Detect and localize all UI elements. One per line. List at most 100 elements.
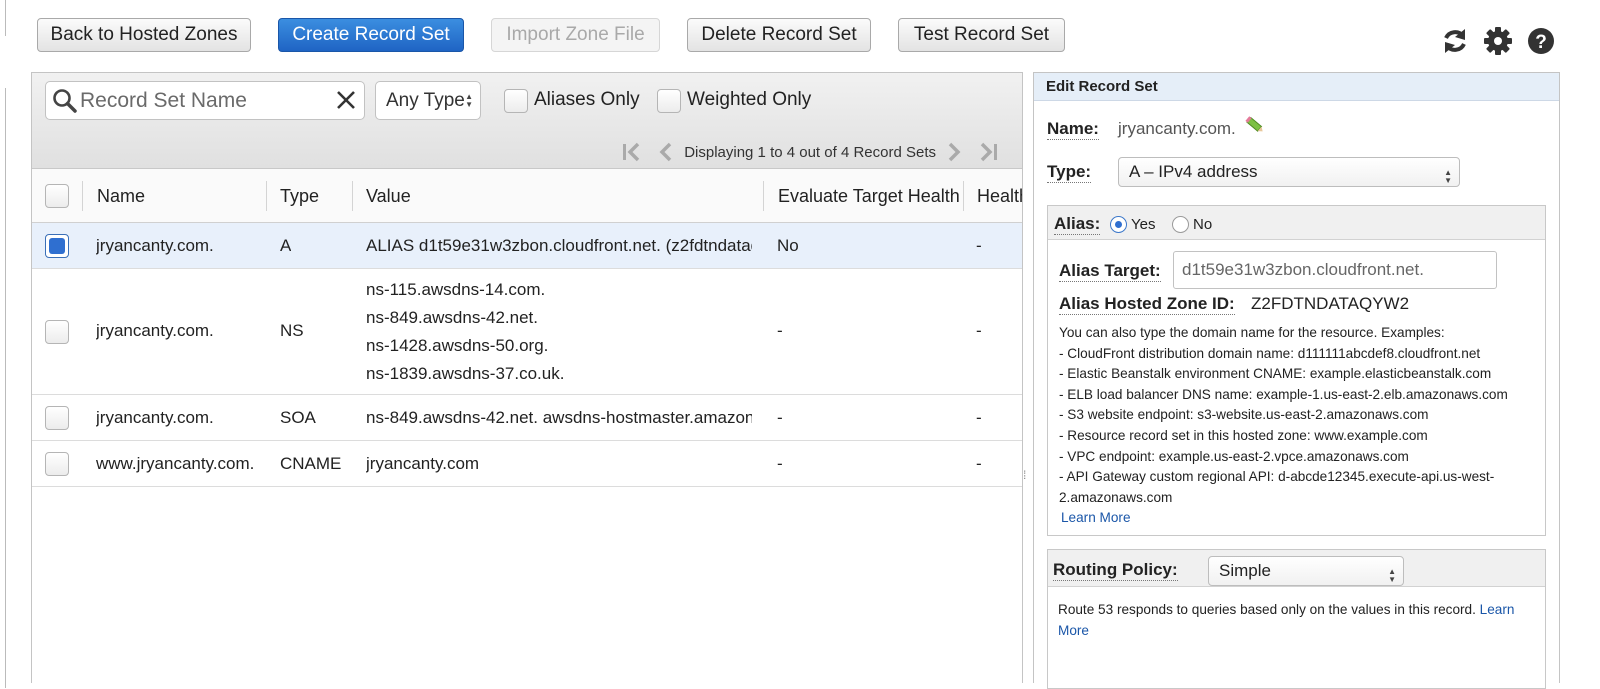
table-row[interactable]: jryancanty.com. NS ns-115.awsdns-14.com.…: [32, 270, 1022, 395]
test-record-set-button[interactable]: Test Record Set: [898, 18, 1065, 52]
alias-section: Alias: Yes No Alias Target: d1t59e31w3zb…: [1047, 205, 1546, 536]
edit-record-set-panel: Edit Record Set Name: jryancanty.com. Ty…: [1033, 72, 1560, 689]
aliases-only-checkbox[interactable]: [504, 89, 528, 113]
alias-yes-label: Yes: [1131, 216, 1156, 233]
routing-help-text: Route 53 responds to queries based only …: [1058, 602, 1476, 617]
routing-policy-select[interactable]: Simple ▲ ▼: [1208, 556, 1404, 586]
name-value: jryancanty.com.: [1118, 119, 1236, 138]
routing-learn-more-link[interactable]: More: [1058, 621, 1542, 642]
delete-record-set-button[interactable]: Delete Record Set: [687, 18, 871, 52]
settings-gear-icon[interactable]: [1483, 26, 1513, 56]
help-line: - ELB load balancer DNS name: example-1.…: [1059, 386, 1508, 402]
select-arrows-icon: ▲ ▼: [465, 92, 473, 109]
alias-yes-radio[interactable]: [1110, 216, 1127, 233]
record-type-filter-value: Any Type: [386, 90, 465, 111]
row-checkbox[interactable]: [45, 234, 69, 258]
alias-no-radio[interactable]: [1172, 216, 1189, 233]
record-health: -: [976, 236, 982, 255]
back-to-hosted-zones-button[interactable]: Back to Hosted Zones: [37, 18, 251, 52]
record-evaluate-target-health: -: [777, 321, 783, 340]
routing-help-line: Route 53 responds to queries based only …: [1058, 600, 1542, 621]
filter-bar: Any Type ▲▼ Aliases Only Weighted Only D…: [32, 73, 1022, 169]
select-arrows-icon: ▲ ▼: [1388, 567, 1396, 584]
ns-value-line: ns-1428.awsdns-50.org.: [366, 336, 549, 355]
record-value: jryancanty.com: [366, 454, 480, 473]
pagination-status: Displaying 1 to 4 out of 4 Record Sets: [684, 143, 936, 161]
row-checkbox[interactable]: [45, 406, 69, 430]
create-record-set-button[interactable]: Create Record Set: [278, 18, 464, 52]
record-type: CNAME: [280, 454, 342, 473]
left-frame-edge: [0, 0, 6, 36]
table-row[interactable]: www.jryancanty.com. CNAME jryancanty.com…: [32, 441, 1022, 487]
alias-label: Alias:: [1054, 214, 1101, 235]
routing-policy-section: Routing Policy: Simple ▲ ▼ Route 53 respo…: [1047, 549, 1546, 689]
column-header-value[interactable]: Value: [366, 169, 411, 223]
routing-policy-label: Routing Policy:: [1053, 560, 1178, 581]
name-label: Name:: [1047, 119, 1099, 140]
help-icon[interactable]: ?: [1526, 26, 1556, 56]
aliases-only-label: Aliases Only: [534, 89, 640, 110]
column-divider: [266, 181, 267, 211]
edit-pencil-icon[interactable]: [1244, 115, 1266, 135]
left-frame-edge: [0, 88, 6, 688]
record-evaluate-target-health: -: [777, 454, 783, 473]
pagination: Displaying 1 to 4 out of 4 Record Sets: [616, 141, 1004, 163]
alias-no-label: No: [1193, 216, 1213, 233]
record-set-name-search-input[interactable]: [78, 86, 328, 116]
help-line: - Elastic Beanstalk environment CNAME: e…: [1059, 366, 1492, 382]
alias-learn-more-link[interactable]: Learn More: [1059, 508, 1508, 529]
alias-hosted-zone-id-label: Alias Hosted Zone ID:: [1059, 294, 1235, 315]
alias-target-input[interactable]: d1t59e31w3zbon.cloudfront.net.: [1173, 251, 1497, 289]
record-value: ns-849.awsdns-42.net. awsdns-hostmaster.…: [366, 408, 752, 427]
record-type-value: A – IPv4 address: [1129, 162, 1258, 181]
record-name: jryancanty.com.: [96, 408, 214, 427]
table-row[interactable]: jryancanty.com. SOA ns-849.awsdns-42.net…: [32, 395, 1022, 441]
row-checkbox[interactable]: [45, 320, 69, 344]
table-header: Name Type Value Evaluate Target Health H…: [32, 169, 1022, 223]
next-page-icon[interactable]: [940, 141, 966, 163]
help-line: - API Gateway custom regional API: d-abc…: [1059, 469, 1495, 485]
select-all-checkbox[interactable]: [45, 184, 69, 208]
record-health: -: [976, 321, 982, 340]
ns-value-line: ns-1839.awsdns-37.co.uk.: [366, 364, 565, 383]
refresh-icon[interactable]: [1440, 26, 1470, 56]
column-divider: [763, 181, 764, 211]
record-evaluate-target-health: No: [777, 236, 799, 255]
record-health: -: [976, 454, 982, 473]
column-header-evaluate-target-health[interactable]: Evaluate Target Health: [778, 169, 960, 223]
type-label: Type:: [1047, 162, 1092, 183]
ns-value-line: ns-115.awsdns-14.com.: [366, 280, 546, 299]
routing-learn-more-link[interactable]: Learn: [1480, 602, 1515, 617]
help-line: - CloudFront distribution domain name: d…: [1059, 345, 1481, 361]
record-type-select[interactable]: A – IPv4 address ▲ ▼: [1118, 157, 1460, 187]
last-page-icon[interactable]: [974, 141, 1000, 163]
record-value: ALIAS d1t59e31w3zbon.cloudfront.net. (z2…: [366, 236, 752, 255]
record-value: ns-115.awsdns-14.com. ns-849.awsdns-42.n…: [366, 276, 752, 388]
column-header-name[interactable]: Name: [97, 169, 145, 223]
weighted-only-checkbox[interactable]: [657, 89, 681, 113]
routing-policy-help: Route 53 responds to queries based only …: [1058, 600, 1542, 641]
record-name: jryancanty.com.: [96, 236, 214, 255]
column-header-health[interactable]: Health: [977, 169, 1022, 223]
panel-resize-handle[interactable]: ⁞: [1023, 468, 1026, 482]
record-health: -: [976, 408, 982, 427]
clear-search-icon[interactable]: [334, 88, 358, 112]
previous-page-icon[interactable]: [654, 141, 680, 163]
record-name: www.jryancanty.com.: [96, 454, 255, 473]
record-type-filter-select[interactable]: Any Type ▲ ▼: [375, 81, 481, 120]
table-row[interactable]: jryancanty.com. A ALIAS d1t59e31w3zbon.c…: [32, 223, 1022, 269]
weighted-only-label: Weighted Only: [687, 89, 812, 110]
first-page-icon[interactable]: [620, 141, 646, 163]
column-divider: [82, 181, 83, 211]
ns-value-line: ns-849.awsdns-42.net.: [366, 308, 538, 327]
alias-target-label: Alias Target:: [1059, 261, 1161, 282]
help-line: - Resource record set in this hosted zon…: [1059, 427, 1428, 443]
record-type: SOA: [280, 408, 316, 427]
import-zone-file-button[interactable]: Import Zone File: [491, 18, 660, 52]
search-box: [45, 81, 365, 120]
record-evaluate-target-health: -: [777, 408, 783, 427]
record-type: A: [280, 236, 292, 255]
column-header-type[interactable]: Type: [280, 169, 319, 223]
help-line: - S3 website endpoint: s3-website.us-eas…: [1059, 407, 1429, 423]
row-checkbox[interactable]: [45, 452, 69, 476]
